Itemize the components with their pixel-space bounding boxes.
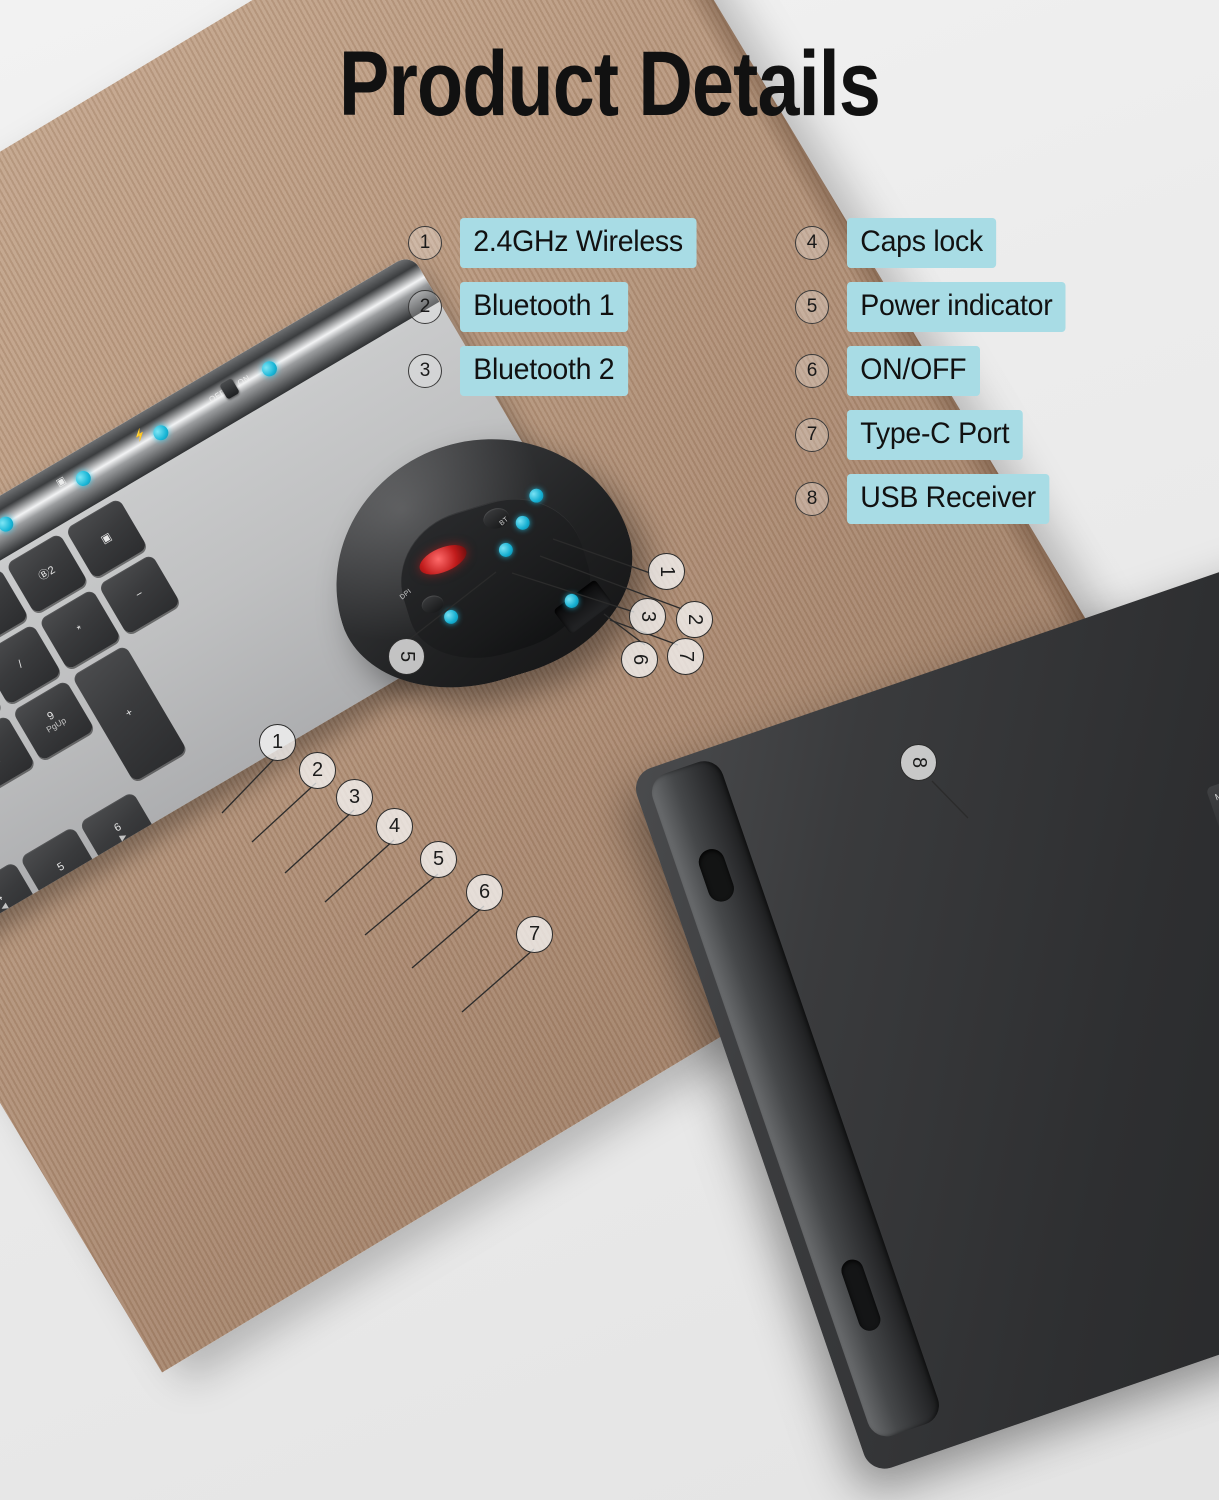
- legend-badge-4: 4: [795, 226, 829, 260]
- legend-label-8: USB Receiver: [847, 474, 1050, 524]
- keyboard-callout-3: 3: [336, 779, 373, 816]
- keyboard-callout-5: 5: [420, 841, 457, 878]
- keyboard-callout-6: 6: [466, 874, 503, 911]
- legend-item-2: 2 Bluetooth 1: [408, 282, 709, 332]
- keyboard-callout-1: 1: [259, 724, 296, 761]
- usb-callout-8: 8: [900, 744, 937, 781]
- mouse-callout-6: 6: [621, 641, 658, 678]
- legend-badge-6: 6: [795, 354, 829, 388]
- page-title: Product Details: [338, 33, 881, 135]
- mouse-callout-5: 5: [388, 638, 425, 675]
- legend-badge-1: 1: [408, 226, 442, 260]
- legend-item-3: 3 Bluetooth 2: [408, 346, 709, 396]
- legend-item-4: 4 Caps lock: [795, 218, 1077, 268]
- mouse-callout-3: 3: [629, 598, 666, 635]
- legend-badge-2: 2: [408, 290, 442, 324]
- legend-right-column: 4 Caps lock 5 Power indicator 6 ON/OFF 7…: [795, 218, 1077, 538]
- mouse-callout-1: 1: [648, 553, 685, 590]
- legend-item-1: 1 2.4GHz Wireless: [408, 218, 709, 268]
- legend-label-3: Bluetooth 2: [460, 346, 628, 396]
- legend-label-6: ON/OFF: [847, 346, 980, 396]
- legend-item-7: 7 Type-C Port: [795, 410, 1077, 460]
- keyboard-callout-2: 2: [299, 752, 336, 789]
- legend-item-8: 8 USB Receiver: [795, 474, 1077, 524]
- legend-left-column: 1 2.4GHz Wireless 2 Bluetooth 1 3 Blueto…: [408, 218, 709, 410]
- mouse-callout-2: 2: [676, 601, 713, 638]
- keyboard-callout-7: 7: [516, 916, 553, 953]
- legend-item-5: 5 Power indicator: [795, 282, 1077, 332]
- legend-label-7: Type-C Port: [847, 410, 1023, 460]
- legend-label-1: 2.4GHz Wireless: [460, 218, 697, 268]
- legend-label-5: Power indicator: [847, 282, 1066, 332]
- legend-label-2: Bluetooth 1: [460, 282, 628, 332]
- legend-item-6: 6 ON/OFF: [795, 346, 1077, 396]
- mouse-callout-7: 7: [667, 638, 704, 675]
- legend-badge-3: 3: [408, 354, 442, 388]
- legend-badge-8: 8: [795, 482, 829, 516]
- legend-badge-5: 5: [795, 290, 829, 324]
- keyboard-callout-4: 4: [376, 808, 413, 845]
- legend-label-4: Caps lock: [847, 218, 997, 268]
- legend-badge-7: 7: [795, 418, 829, 452]
